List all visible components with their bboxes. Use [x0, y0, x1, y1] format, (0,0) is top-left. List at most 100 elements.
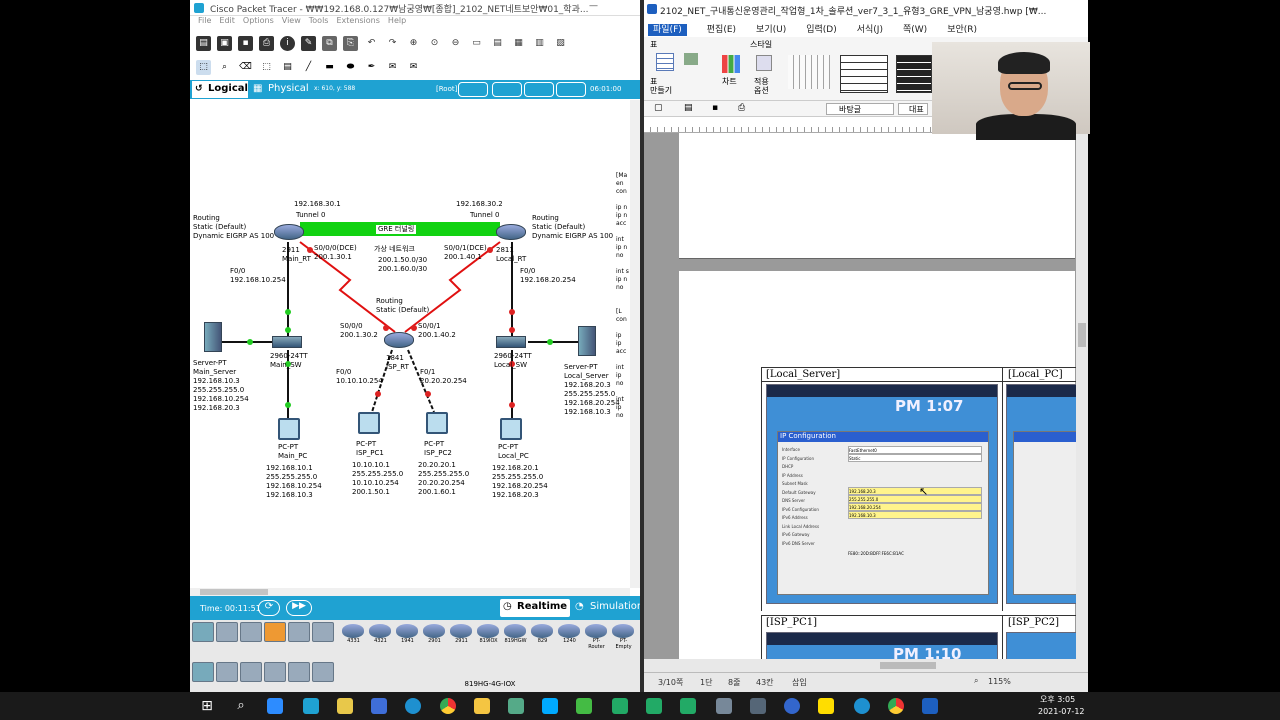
table-create-icon[interactable]: [656, 53, 674, 71]
select-icon[interactable]: ⬚: [196, 59, 211, 75]
document-area[interactable]: [Local_Server] [Local_PC] PM 1:07 IP Con…: [644, 133, 1076, 659]
new-icon[interactable]: ▤: [196, 35, 211, 51]
device-model-item[interactable]: 819IOX: [477, 622, 500, 662]
app-icon-3[interactable]: [612, 698, 628, 714]
device-model-item[interactable]: 829: [531, 622, 554, 662]
viewport-icon[interactable]: ▦: [511, 36, 526, 51]
freeform-icon[interactable]: ✒: [364, 60, 379, 75]
main-server-icon[interactable]: [204, 322, 222, 352]
network-devices-icon[interactable]: [192, 622, 214, 642]
table-style-preset-2[interactable]: [840, 55, 888, 93]
pt-menu-item[interactable]: Extensions: [336, 16, 379, 25]
rectangle-icon[interactable]: ▬: [322, 60, 337, 75]
taskbar-date[interactable]: 2021-07-12: [1038, 707, 1085, 716]
device-model-item[interactable]: 4321: [369, 622, 392, 662]
status-insert[interactable]: 삽입: [792, 677, 807, 688]
draw-line-icon[interactable]: ╱: [301, 60, 316, 75]
hwp-menu-item[interactable]: 입력(D): [806, 25, 837, 35]
local-rt-icon[interactable]: [496, 224, 526, 240]
app-icon-1[interactable]: [542, 698, 558, 714]
edge-icon-2[interactable]: [854, 698, 870, 714]
complex-pdu-icon[interactable]: ✉: [406, 60, 421, 75]
simulation-tab[interactable]: ◔ Simulation: [572, 599, 643, 617]
start-icon[interactable]: ⊞: [199, 698, 215, 714]
fast-forward-icon[interactable]: ▶▶: [286, 600, 312, 616]
wan-emu-icon[interactable]: [312, 662, 334, 682]
app-icon-8[interactable]: [784, 698, 800, 714]
open-doc-icon[interactable]: ▤: [684, 103, 693, 113]
multiuser-icon[interactable]: [312, 622, 334, 642]
chrome-icon[interactable]: [440, 698, 456, 714]
local-server-icon[interactable]: [578, 326, 596, 356]
zoom-icon[interactable]: [267, 698, 283, 714]
device-model-item[interactable]: PT-Empty: [612, 622, 635, 662]
local-sw-icon[interactable]: [496, 336, 526, 348]
end-devices-icon[interactable]: [216, 622, 238, 642]
chrome-icon-2[interactable]: [888, 698, 904, 714]
table-style-preset-1[interactable]: [788, 55, 830, 89]
doc-hscroll[interactable]: [644, 659, 1088, 672]
redo-icon[interactable]: ↷: [385, 36, 400, 51]
copy-icon[interactable]: ⧉: [322, 35, 337, 51]
wireless-icon[interactable]: [264, 662, 286, 682]
pt-menu-item[interactable]: Tools: [309, 16, 329, 25]
doc-vscroll[interactable]: [1076, 133, 1088, 659]
hwp-menu-item[interactable]: 쪽(W): [903, 25, 927, 35]
paste-icon[interactable]: ⎘: [343, 35, 358, 51]
network-icon[interactable]: [508, 698, 524, 714]
app-icon-2[interactable]: [576, 698, 592, 714]
device-model-item[interactable]: 1240: [558, 622, 581, 662]
drawing-palette-icon[interactable]: ▭: [469, 36, 484, 51]
font-style-select[interactable]: 대표: [898, 103, 928, 115]
hwp-menu-item[interactable]: 서식(J): [857, 25, 883, 35]
hwp-menu-item[interactable]: 편집(E): [707, 25, 736, 35]
ellipse-icon[interactable]: ⬬: [343, 60, 358, 75]
pt-menu-item[interactable]: File: [198, 16, 211, 25]
app-icon-5[interactable]: [680, 698, 696, 714]
pt-menu-item[interactable]: View: [282, 16, 301, 25]
zoom-in-icon[interactable]: ⊕: [406, 36, 421, 51]
status-zoom[interactable]: 115%: [988, 677, 1011, 686]
undo-icon[interactable]: ↶: [364, 36, 379, 51]
device-model-item[interactable]: 4331: [342, 622, 365, 662]
hwp-menu-item[interactable]: 보기(U): [756, 25, 786, 35]
local-pc-icon[interactable]: [500, 418, 522, 440]
physical-tab[interactable]: ▦ Physical: [250, 81, 312, 98]
pt-menu-item[interactable]: Edit: [219, 16, 235, 25]
logical-workspace[interactable]: GRE 터널링 192.168.30.1 Tunnel 0 192.168.30…: [190, 100, 630, 588]
hubs-icon[interactable]: [240, 662, 262, 682]
save-doc-icon[interactable]: ▪: [712, 103, 718, 113]
switches-icon[interactable]: [216, 662, 238, 682]
open-icon[interactable]: ▣: [217, 35, 232, 51]
device-model-item[interactable]: PT-Router: [585, 622, 608, 662]
font-name-select[interactable]: 바탕글: [826, 103, 894, 115]
power-cycle-icon[interactable]: ⟳: [258, 600, 280, 616]
realtime-tab[interactable]: ◷ Realtime: [500, 599, 570, 617]
cluster-icon[interactable]: ▥: [532, 36, 547, 51]
viewport-button[interactable]: [556, 82, 586, 97]
print-doc-icon[interactable]: ⎙: [738, 103, 745, 113]
resize-icon[interactable]: ⬚: [259, 60, 274, 75]
logical-tab[interactable]: ↺ Logical: [192, 81, 248, 98]
security-icon[interactable]: [288, 662, 310, 682]
set-background-button[interactable]: [524, 82, 554, 97]
hwp-menu-item[interactable]: 파일(F): [648, 24, 687, 36]
pen-icon[interactable]: [337, 698, 353, 714]
routers-icon[interactable]: [192, 662, 214, 682]
simple-pdu-icon[interactable]: ✉: [385, 60, 400, 75]
inspect-icon[interactable]: ⌕: [217, 60, 232, 75]
pt-menu-item[interactable]: Help: [388, 16, 406, 25]
isp-pc1-icon[interactable]: [358, 412, 380, 434]
workspace-vscroll[interactable]: [630, 100, 640, 588]
device-model-item[interactable]: 2901: [423, 622, 446, 662]
taskbar-time[interactable]: 오후 3:05: [1040, 694, 1075, 705]
packet-tracer-icon[interactable]: [303, 698, 319, 714]
main-pc-icon[interactable]: [278, 418, 300, 440]
search-icon[interactable]: ⌕: [233, 698, 249, 714]
move-object-button[interactable]: [492, 82, 522, 97]
device-model-item[interactable]: 819HGW: [504, 622, 527, 662]
main-sw-icon[interactable]: [272, 336, 302, 348]
zoom-out-icon[interactable]: ⊖: [448, 36, 463, 51]
isp-pc2-icon[interactable]: [426, 412, 448, 434]
info-icon[interactable]: i: [280, 35, 295, 51]
